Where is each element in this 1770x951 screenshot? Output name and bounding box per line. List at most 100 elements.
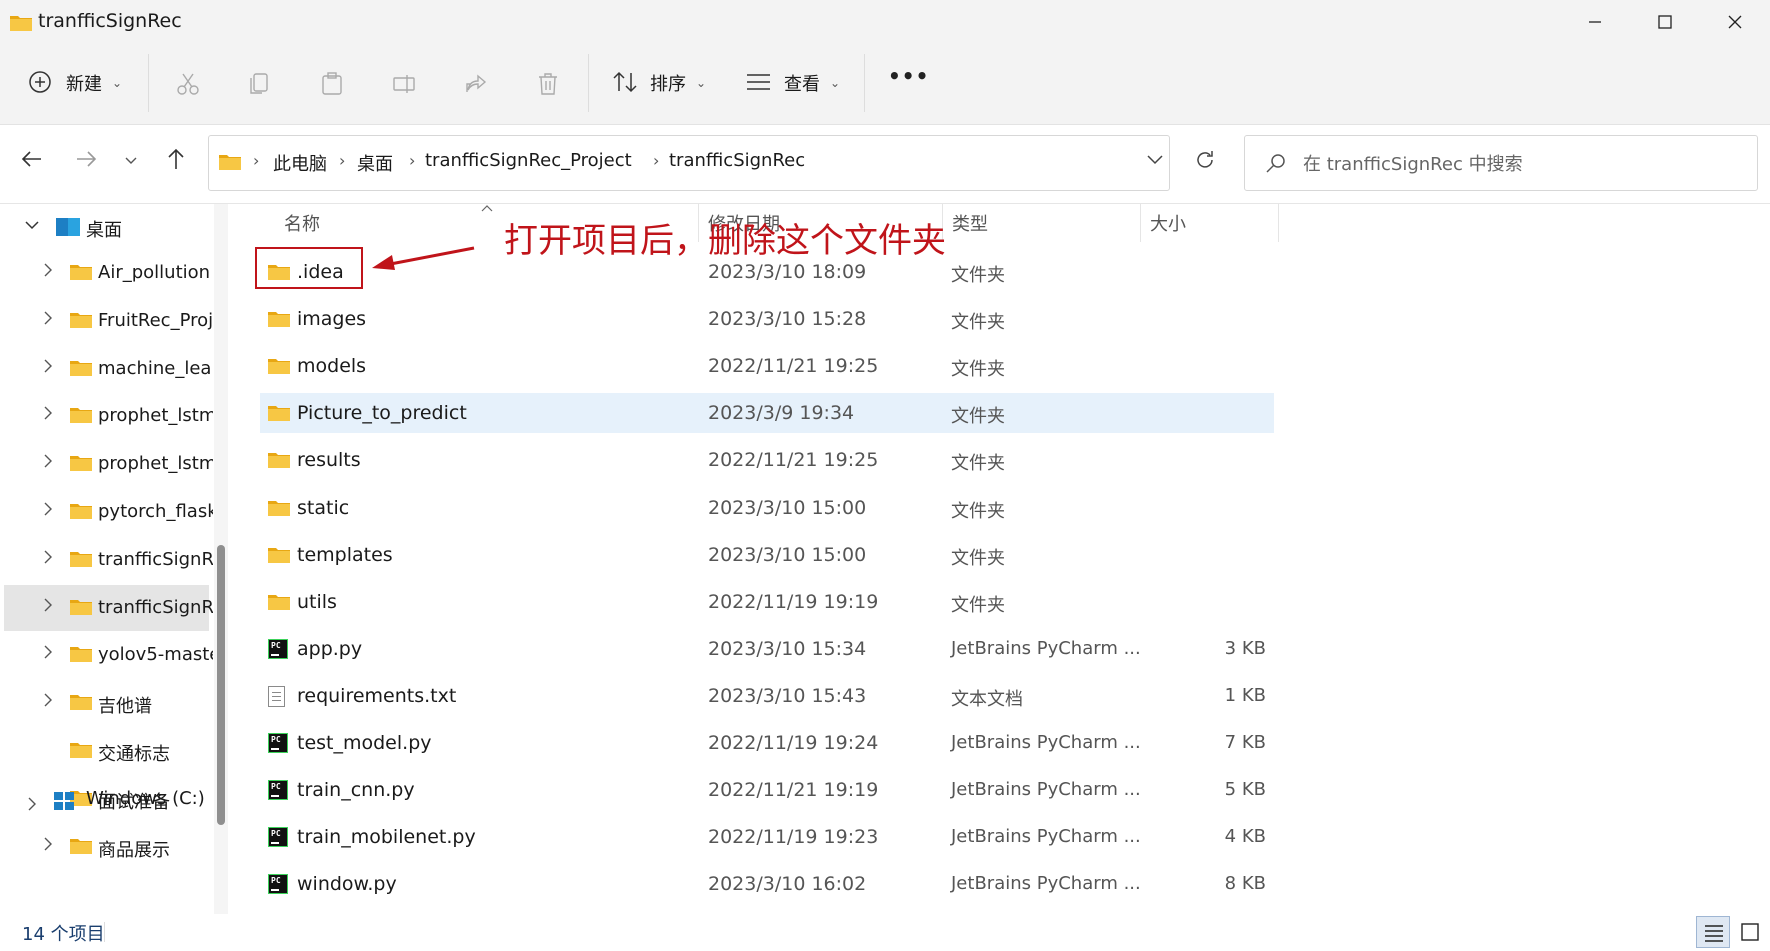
- folder-icon: [70, 408, 92, 424]
- chevron-right-icon[interactable]: [42, 644, 54, 660]
- file-date: 2023/3/10 16:02: [708, 873, 867, 896]
- chevron-down-icon: ⌄: [696, 76, 707, 90]
- rename-icon[interactable]: [392, 72, 416, 96]
- view-button[interactable]: 查看 ⌄: [746, 70, 846, 100]
- chevron-right-icon[interactable]: [42, 597, 54, 613]
- chevron-right-icon[interactable]: [42, 358, 54, 374]
- tree-item[interactable]: machine_lear: [4, 346, 213, 392]
- file-date: 2023/3/10 15:34: [708, 637, 867, 660]
- list-view-icon: [747, 74, 770, 90]
- drive-expander[interactable]: [26, 796, 38, 816]
- breadcrumb-this-pc[interactable]: 此电脑: [273, 150, 327, 176]
- file-row[interactable]: models 2022/11/21 19:25 文件夹: [260, 346, 1274, 386]
- file-row[interactable]: PC app.py 2023/3/10 15:34 JetBrains PyCharm…: [260, 629, 1274, 669]
- address-history-chevron-icon[interactable]: [1146, 153, 1164, 167]
- up-arrow-icon[interactable]: [164, 147, 188, 171]
- file-row[interactable]: PC train_mobilenet.py 2022/11/19 19:23 JetB…: [260, 817, 1274, 857]
- tree-item[interactable]: 吉他谱: [4, 680, 209, 726]
- delete-icon[interactable]: [536, 72, 560, 96]
- plus-circle-icon: [29, 71, 51, 93]
- file-row[interactable]: results 2022/11/21 19:25 文件夹: [260, 440, 1274, 480]
- address-bar[interactable]: › 此电脑 › 桌面 › tranfficSignRec_Project › t…: [208, 135, 1170, 191]
- nav-scrollbar-thumb[interactable]: [217, 545, 225, 825]
- share-icon[interactable]: [464, 72, 488, 96]
- tree-item-label: 交通标志: [98, 744, 170, 765]
- folder-icon: [268, 406, 290, 422]
- file-row[interactable]: PC train_cnn.py 2022/11/21 19:19 JetBrains …: [260, 770, 1274, 810]
- thumbnail-view-button[interactable]: [1734, 916, 1766, 948]
- file-type: JetBrains PyCharm ...: [951, 637, 1141, 659]
- breadcrumb-current[interactable]: tranfficSignRec: [669, 150, 805, 171]
- more-options-button[interactable]: •••: [888, 64, 929, 88]
- command-bar: 新建 ⌄ 排序 ⌄ 查看 ⌄ •••: [0, 44, 1770, 125]
- chevron-right-icon[interactable]: [42, 501, 54, 517]
- tree-item[interactable]: Air_pollution: [4, 250, 210, 296]
- chevron-right-icon[interactable]: [42, 262, 54, 278]
- tree-item-drive-c[interactable]: Windows (C:): [86, 788, 205, 809]
- desktop-expander[interactable]: [24, 216, 40, 235]
- chevron-right-icon[interactable]: [42, 453, 54, 469]
- search-placeholder: 在 tranfficSignRec 中搜索: [1303, 154, 1523, 175]
- file-row[interactable]: PC test_model.py 2022/11/19 19:24 JetBrains…: [260, 723, 1274, 763]
- file-row[interactable]: templates 2023/3/10 15:00 文件夹: [260, 535, 1274, 575]
- maximize-button[interactable]: [1630, 0, 1700, 44]
- tree-item[interactable]: tranfficSignR: [4, 584, 213, 631]
- refresh-icon[interactable]: [1194, 149, 1216, 171]
- tree-item[interactable]: FruitRec_Proj: [4, 298, 213, 344]
- tree-item[interactable]: yolov5-maste: [4, 632, 213, 678]
- sort-button[interactable]: 排序 ⌄: [612, 70, 712, 100]
- file-row[interactable]: utils 2022/11/19 19:19 文件夹: [260, 582, 1274, 622]
- column-header-name[interactable]: 名称: [284, 210, 320, 236]
- folder-icon: [70, 743, 92, 758]
- chevron-right-icon[interactable]: [42, 549, 54, 565]
- tree-item[interactable]: 商品展示: [4, 824, 209, 870]
- file-date: 2023/3/10 15:00: [708, 543, 867, 566]
- minimize-button[interactable]: [1560, 0, 1630, 44]
- breadcrumb-separator-icon: ›: [653, 151, 660, 170]
- address-row: › 此电脑 › 桌面 › tranfficSignRec_Project › t…: [0, 125, 1770, 204]
- recent-locations-chevron-icon[interactable]: [124, 155, 138, 167]
- file-row[interactable]: requirements.txt 2023/3/10 15:43 文本文档 1 KB: [260, 676, 1274, 716]
- tree-item[interactable]: pytorch_flask: [4, 489, 213, 535]
- chevron-down-icon: ⌄: [112, 76, 123, 90]
- tree-item[interactable]: tranfficSignR: [4, 537, 213, 583]
- close-icon: [1728, 15, 1742, 29]
- tree-item-label: pytorch_flask: [98, 501, 213, 522]
- tree-item-label: tranfficSignR: [98, 548, 213, 570]
- back-arrow-icon[interactable]: [20, 147, 44, 171]
- details-view-button[interactable]: [1696, 916, 1730, 948]
- breadcrumb-desktop[interactable]: 桌面: [357, 150, 393, 176]
- copy-icon[interactable]: [248, 72, 272, 96]
- folder-icon: [70, 312, 92, 328]
- column-header-type[interactable]: 类型: [952, 210, 988, 236]
- file-date: 2023/3/10 15:28: [708, 308, 867, 331]
- chevron-right-icon[interactable]: [42, 405, 54, 421]
- tree-item-label: tranfficSignR: [98, 596, 213, 618]
- file-row[interactable]: static 2023/3/10 15:00 文件夹: [260, 488, 1274, 528]
- cut-icon[interactable]: [176, 72, 200, 96]
- sort-icon: [613, 71, 637, 93]
- forward-arrow-icon[interactable]: [74, 147, 98, 171]
- search-box[interactable]: 在 tranfficSignRec 中搜索: [1244, 135, 1758, 191]
- tree-item[interactable]: prophet_lstm: [4, 441, 213, 487]
- column-header-size[interactable]: 大小: [1150, 210, 1186, 236]
- file-row[interactable]: Picture_to_predict 2023/3/9 19:34 文件夹: [260, 393, 1274, 434]
- file-date: 2022/11/21 19:25: [708, 355, 879, 378]
- chevron-right-icon[interactable]: [42, 310, 54, 326]
- column-divider[interactable]: [1140, 204, 1141, 242]
- chevron-right-icon[interactable]: [42, 692, 54, 708]
- breadcrumb-project[interactable]: tranfficSignRec_Project: [425, 150, 632, 171]
- file-row[interactable]: images 2023/3/10 15:28 文件夹: [260, 299, 1274, 339]
- file-row[interactable]: PC window.py 2023/3/10 16:02 JetBrains PyCh…: [260, 864, 1274, 904]
- folder-icon: [268, 453, 290, 469]
- tree-item[interactable]: prophet_lstm: [4, 393, 213, 439]
- tree-item[interactable]: 交通标志: [4, 728, 209, 774]
- file-name: utils: [297, 590, 337, 613]
- paste-icon[interactable]: [320, 72, 344, 96]
- chevron-right-icon[interactable]: [42, 836, 54, 852]
- new-button[interactable]: 新建 ⌄: [28, 70, 128, 100]
- tree-root-desktop[interactable]: 桌面: [86, 216, 122, 242]
- column-divider[interactable]: [1278, 204, 1279, 242]
- file-type: 文件夹: [951, 453, 1005, 475]
- close-button[interactable]: [1700, 0, 1770, 44]
